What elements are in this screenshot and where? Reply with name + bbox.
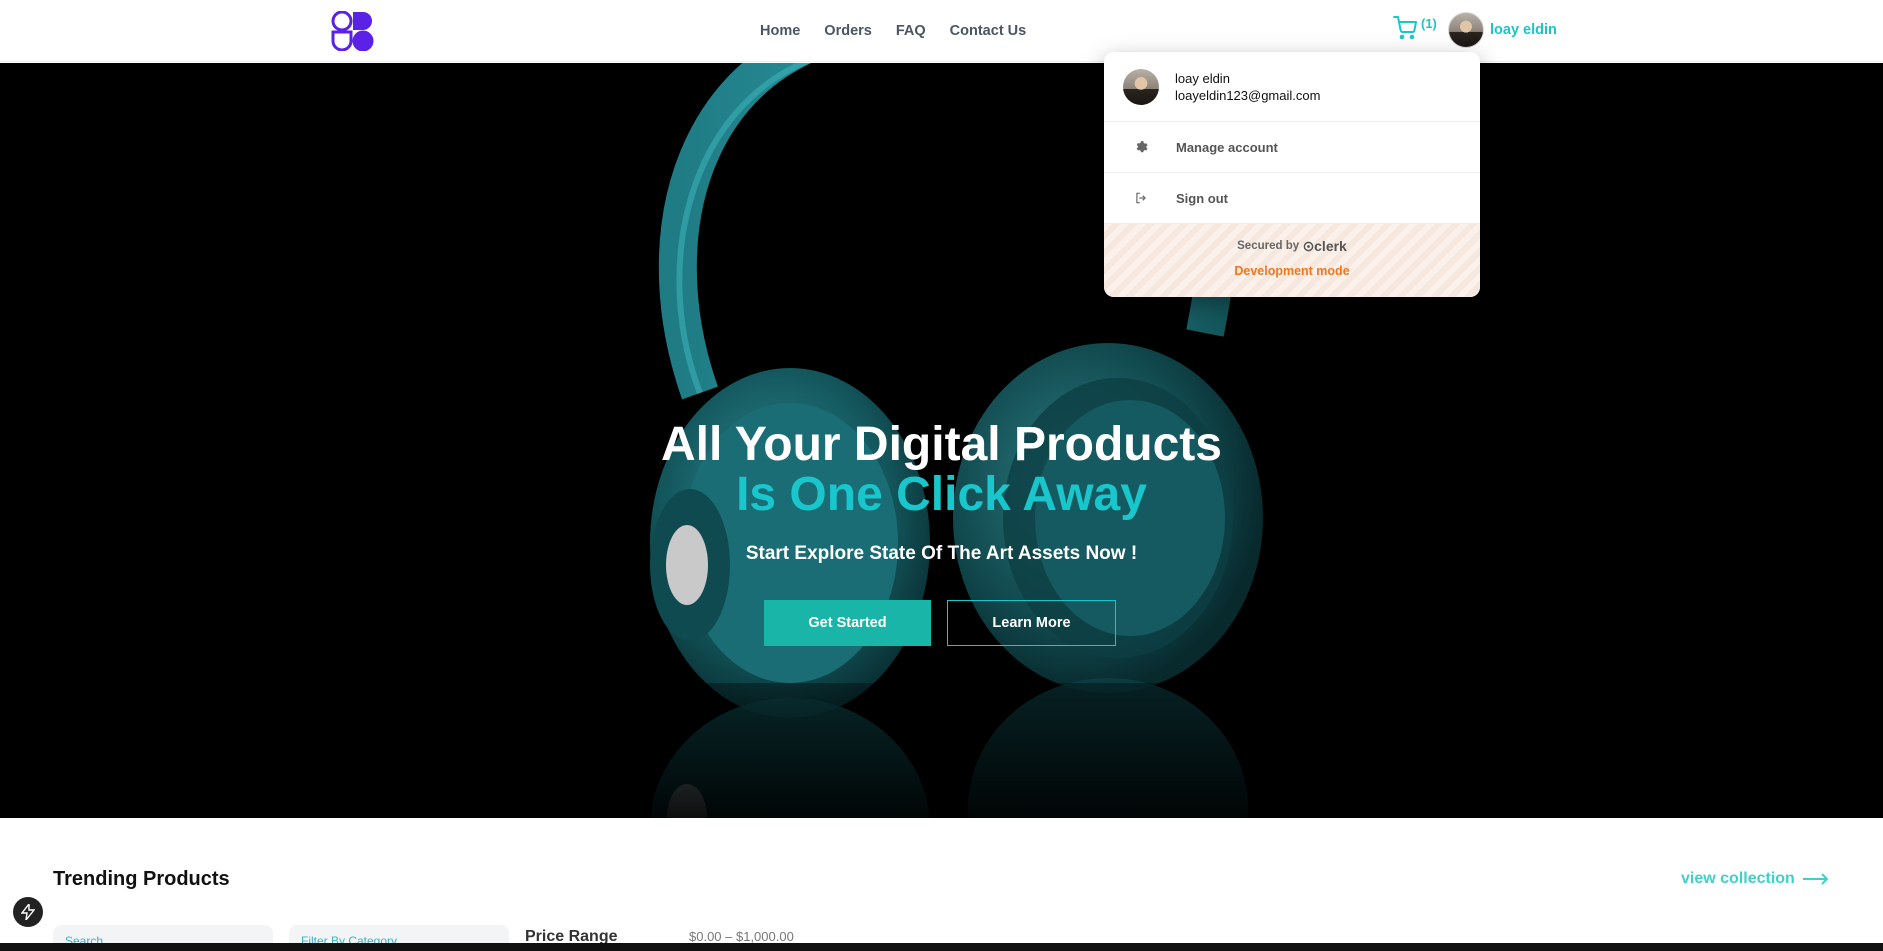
learn-more-button[interactable]: Learn More: [947, 600, 1116, 646]
development-mode-label: Development mode: [1234, 264, 1350, 278]
view-collection-label: view collection: [1681, 870, 1795, 887]
user-name: loay eldin: [1490, 22, 1557, 38]
hero-section: All Your Digital Products Is One Click A…: [0, 63, 1883, 818]
nav-contact-us[interactable]: Contact Us: [950, 23, 1027, 39]
site-header: Home Orders FAQ Contact Us (1) loay eldi…: [0, 0, 1883, 62]
avatar: [1123, 68, 1159, 105]
clerk-logo: clerk: [1303, 238, 1347, 254]
nav-orders[interactable]: Orders: [824, 23, 872, 39]
gear-icon: [1136, 141, 1148, 153]
hero-subtitle: Start Explore State Of The Art Assets No…: [745, 543, 1138, 564]
logo-icon[interactable]: [331, 10, 375, 52]
nav-home[interactable]: Home: [760, 23, 800, 39]
dropdown-user-name: loay eldin: [1175, 70, 1230, 86]
section-heading: Trending Products: [53, 868, 230, 890]
secured-by: Secured by clerk: [1104, 238, 1480, 254]
cart-icon: [1393, 16, 1417, 40]
hero-title-accent: Is One Click Away: [736, 468, 1147, 521]
bottom-bar: [0, 943, 1883, 951]
secured-by-label: Secured by: [1237, 240, 1300, 252]
main-nav: Home Orders FAQ Contact Us: [760, 0, 1026, 62]
avatar: [1448, 12, 1484, 48]
bolt-icon[interactable]: [13, 897, 43, 927]
dropdown-user-email: loayeldin123@gmail.com: [1175, 87, 1321, 103]
manage-account-label: Manage account: [1176, 139, 1278, 155]
sign-out-icon: [1136, 192, 1146, 204]
sign-out-button[interactable]: Sign out: [1104, 173, 1480, 224]
user-dropdown: loay eldin loayeldin123@gmail.com Manage…: [1104, 52, 1480, 297]
clerk-icon: [1303, 241, 1314, 252]
arrow-right-icon: [1802, 873, 1829, 885]
view-collection-link[interactable]: view collection: [1681, 870, 1829, 888]
dropdown-user-info: loay eldin loayeldin123@gmail.com: [1104, 52, 1480, 122]
hero-text: All Your Digital Products Is One Click A…: [0, 421, 1883, 565]
dropdown-footer: Secured by clerk Development mode: [1104, 224, 1480, 297]
cart-button[interactable]: (1): [1393, 16, 1437, 40]
nav-faq[interactable]: FAQ: [896, 23, 926, 39]
get-started-button[interactable]: Get Started: [764, 600, 931, 646]
hero-title: All Your Digital Products: [661, 418, 1222, 471]
price-range-value: $0.00 – $1,000.00: [689, 929, 794, 944]
manage-account-button[interactable]: Manage account: [1104, 122, 1480, 173]
sign-out-label: Sign out: [1176, 190, 1228, 206]
hero-buttons: Get Started Learn More: [764, 600, 1116, 646]
clerk-brand: clerk: [1314, 238, 1347, 254]
user-menu-button[interactable]: loay eldin: [1448, 12, 1557, 48]
cart-count: (1): [1421, 16, 1437, 31]
